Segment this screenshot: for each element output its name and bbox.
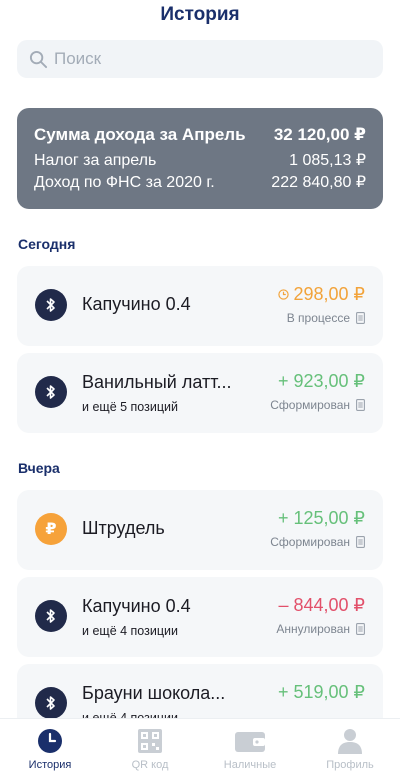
receipt-icon bbox=[356, 623, 365, 635]
item-status: Сформирован bbox=[270, 398, 365, 412]
item-amount: + 519,00 ₽ bbox=[277, 682, 365, 702]
ruble-icon: ₽ bbox=[35, 513, 67, 545]
item-status-text: В процессе bbox=[286, 311, 350, 325]
item-status: Сформирован bbox=[270, 535, 365, 549]
item-amount: + 923,00 ₽ bbox=[277, 371, 365, 391]
tab-cash[interactable]: Наличные bbox=[200, 719, 300, 775]
item-amount: + 125,00 ₽ bbox=[277, 508, 365, 528]
item-sub: и ещё 4 позиции bbox=[82, 624, 178, 638]
income-month-value: 32 120,00 ₽ bbox=[273, 125, 366, 144]
search-placeholder: Поиск bbox=[54, 49, 102, 68]
tab-label: QR код bbox=[131, 759, 169, 771]
item-status-text: Сформирован bbox=[270, 535, 350, 549]
item-status-text: Аннулирован bbox=[276, 622, 350, 636]
item-amount-wrap: – 844,00 ₽ bbox=[278, 595, 365, 616]
fns-income-value: 222 840,80 ₽ bbox=[271, 174, 366, 191]
clock-icon bbox=[278, 289, 290, 300]
item-amount: – 844,00 ₽ bbox=[278, 595, 365, 615]
item-name: Брауни шокола... bbox=[82, 683, 226, 703]
transaction-item[interactable]: Ванильный латт... и ещё 5 позиций + 923,… bbox=[17, 353, 383, 433]
transaction-item[interactable]: ₽ Штрудель + 125,00 ₽ Сформирован bbox=[17, 490, 383, 570]
tax-label: Налог за апрель bbox=[34, 152, 157, 169]
profile-icon bbox=[338, 727, 362, 755]
bluetooth-icon bbox=[35, 687, 67, 719]
item-amount: 298,00 ₽ bbox=[293, 284, 365, 304]
section-yesterday: Вчера bbox=[18, 460, 60, 476]
income-summary-card[interactable]: Сумма дохода за Апрель 32 120,00 ₽ Налог… bbox=[17, 108, 383, 209]
item-status: В процессе bbox=[287, 311, 365, 325]
tab-label: История bbox=[28, 759, 72, 771]
item-amount-wrap: 298,00 ₽ bbox=[278, 284, 365, 305]
item-name: Ванильный латт... bbox=[82, 372, 232, 392]
qr-code-icon bbox=[138, 727, 162, 755]
tab-profile[interactable]: Профиль bbox=[300, 719, 400, 775]
tab-label: Наличные bbox=[223, 759, 277, 771]
item-amount-wrap: + 125,00 ₽ bbox=[278, 508, 365, 529]
wallet-icon bbox=[235, 727, 265, 755]
item-amount-wrap: + 923,00 ₽ bbox=[278, 371, 365, 392]
receipt-icon bbox=[356, 312, 365, 324]
transaction-item[interactable]: Капучино 0.4 298,00 ₽ В процессе bbox=[17, 266, 383, 346]
tab-history[interactable]: История bbox=[0, 719, 100, 775]
bluetooth-icon bbox=[35, 289, 67, 321]
item-status: Аннулирован bbox=[276, 622, 365, 636]
bluetooth-icon bbox=[35, 600, 67, 632]
item-name: Капучино 0.4 bbox=[82, 294, 191, 314]
item-status-text: Сформирован bbox=[270, 398, 350, 412]
bottom-tab-bar: История QR код Наличные Профиль bbox=[0, 718, 400, 775]
section-today: Сегодня bbox=[18, 236, 76, 252]
bluetooth-icon bbox=[35, 376, 67, 408]
receipt-icon bbox=[356, 536, 365, 548]
item-sub: и ещё 5 позиций bbox=[82, 400, 178, 414]
clock-icon bbox=[37, 727, 63, 755]
transaction-item[interactable]: Капучино 0.4 и ещё 4 позиции – 844,00 ₽ … bbox=[17, 577, 383, 657]
receipt-icon bbox=[356, 399, 365, 411]
income-month-label: Сумма дохода за Апрель bbox=[34, 125, 246, 144]
item-name: Капучино 0.4 bbox=[82, 596, 191, 616]
fns-income-label: Доход по ФНС за 2020 г. bbox=[34, 174, 215, 191]
page-title: История bbox=[160, 4, 240, 25]
item-amount-wrap: + 519,00 ₽ bbox=[278, 682, 365, 703]
tab-qr-code[interactable]: QR код bbox=[100, 719, 200, 775]
search-input[interactable]: Поиск bbox=[17, 40, 383, 78]
tax-value: 1 085,13 ₽ bbox=[289, 152, 366, 169]
item-name: Штрудель bbox=[82, 518, 165, 538]
search-icon bbox=[29, 50, 48, 68]
tab-label: Профиль bbox=[326, 759, 374, 771]
